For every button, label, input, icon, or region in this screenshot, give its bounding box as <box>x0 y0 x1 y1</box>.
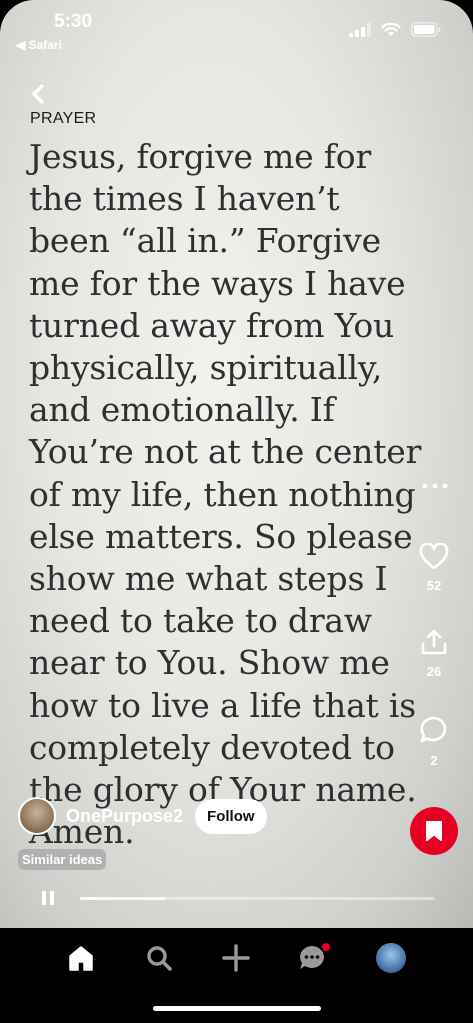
prayer-text: Jesus, forgive me for the times I haven’… <box>29 137 422 852</box>
back-chevron-icon[interactable] <box>24 80 54 110</box>
ellipsis-icon <box>422 483 448 489</box>
share-count: 26 <box>426 664 442 679</box>
video-progress-fill <box>80 897 166 900</box>
heart-icon <box>419 542 449 570</box>
tab-create[interactable] <box>216 938 256 978</box>
creator-avatar[interactable] <box>18 797 56 835</box>
creator-name[interactable]: OnePurpose2 <box>66 806 183 827</box>
signal-icon <box>349 22 371 37</box>
tab-search[interactable] <box>139 938 179 978</box>
more-options-icon[interactable] <box>420 470 450 490</box>
comment-button[interactable]: 2 <box>414 714 454 768</box>
share-icon <box>421 629 447 655</box>
share-button[interactable]: 26 <box>414 627 454 679</box>
status-time: 5:30 <box>54 11 93 32</box>
home-icon <box>69 946 93 971</box>
plus-icon <box>222 944 250 972</box>
home-indicator <box>153 1006 321 1011</box>
pause-icon[interactable] <box>42 891 54 905</box>
wifi-icon <box>381 22 401 36</box>
similar-ideas-button[interactable]: Similar ideas <box>18 849 107 870</box>
profile-avatar <box>376 943 406 973</box>
messages-icon <box>300 943 330 969</box>
tab-profile[interactable] <box>371 938 411 978</box>
video-controls <box>0 875 473 920</box>
notification-dot <box>322 943 330 951</box>
back-to-safari-link[interactable]: ◀ Safari <box>16 38 62 52</box>
like-count: 52 <box>426 578 442 593</box>
creator-row: OnePurpose2 Follow <box>18 797 267 835</box>
status-bar: 5:30 ◀ Safari <box>0 0 473 60</box>
phone-screen: 5:30 ◀ Safari PRAYER Jesus, forgive me f… <box>0 0 473 1023</box>
battery-icon <box>411 22 441 37</box>
tab-home[interactable] <box>61 938 101 978</box>
video-progress-track[interactable] <box>80 897 435 900</box>
comment-bubble-icon <box>420 716 447 743</box>
search-icon <box>147 946 172 971</box>
follow-button[interactable]: Follow <box>195 798 267 834</box>
bookmark-icon <box>426 821 442 841</box>
status-icons <box>349 22 441 37</box>
comment-count: 2 <box>430 753 438 768</box>
pin-closeup: 5:30 ◀ Safari PRAYER Jesus, forgive me f… <box>0 0 473 928</box>
like-button[interactable]: 52 <box>414 542 454 593</box>
save-button[interactable] <box>410 807 458 855</box>
tab-messages[interactable] <box>294 938 334 978</box>
pin-heading: PRAYER <box>30 110 97 127</box>
